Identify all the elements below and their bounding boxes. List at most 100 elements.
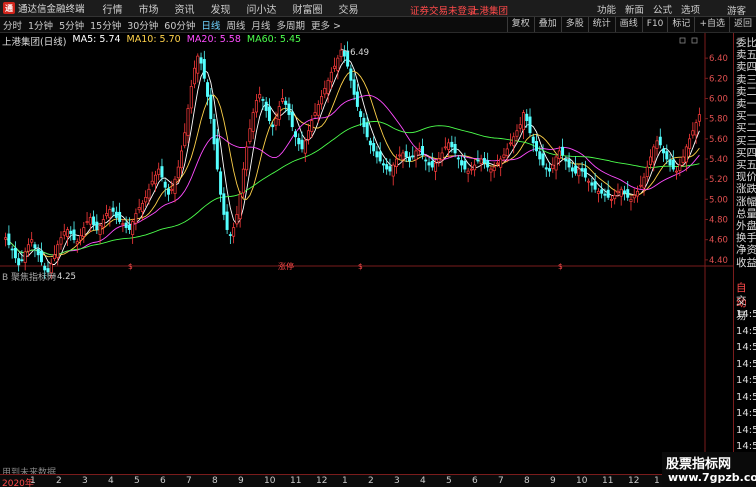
menu-item-market[interactable]: 市场	[139, 1, 159, 16]
y-tick-label: 5.80	[709, 115, 728, 125]
candle-body	[551, 164, 555, 169]
menu-item-formula[interactable]: 公式	[653, 2, 672, 16]
candle-body	[300, 139, 304, 150]
date-axis-label: 8	[524, 476, 530, 486]
statistics-button[interactable]: 统计	[587, 17, 615, 32]
candle-body	[502, 154, 506, 158]
login-status[interactable]: 证券交易未登录	[410, 3, 477, 17]
menu-item-functions[interactable]: 功能	[597, 2, 616, 16]
candle-body	[662, 148, 666, 154]
back-button[interactable]: 返回	[728, 17, 756, 32]
period-tab-more[interactable]: 更多 >	[308, 18, 344, 32]
date-axis-label: 12	[316, 476, 328, 486]
candle-body	[326, 79, 330, 94]
candle-body	[166, 188, 170, 195]
candle-body	[404, 151, 408, 158]
app-title: 通达信金融终端	[18, 4, 85, 15]
candle-body	[59, 237, 63, 245]
login-stock-name[interactable]: 上港集团	[470, 3, 508, 17]
candle-body	[525, 113, 529, 122]
menu-item-discover[interactable]: 发现	[211, 1, 231, 16]
candle-body	[531, 136, 535, 144]
candle-body	[114, 211, 118, 218]
candle-body	[622, 190, 626, 194]
menu-item-quotes[interactable]: 行情	[103, 1, 123, 16]
candle-body	[56, 244, 60, 258]
limit-up-marker: 涨停	[278, 261, 294, 271]
period-tab[interactable]: 分时	[0, 18, 25, 32]
candle-body	[127, 224, 131, 230]
candle-body	[254, 100, 258, 113]
menu-item-news[interactable]: 资讯	[175, 1, 195, 16]
mark-button[interactable]: 标记	[667, 17, 694, 32]
candle-body	[199, 57, 203, 64]
y-tick-label: 4.40	[709, 256, 728, 266]
candle-body	[466, 170, 470, 174]
quote-panel: 委比 卖五 卖四 卖三 卖二 卖一 买一 买二 买三 买四 买五 现价 涨跌 涨幅 总量 外盘 换手 净资 收益 自…	[733, 33, 756, 473]
candle-body	[336, 57, 340, 71]
date-axis-label: 1	[30, 476, 36, 486]
period-tab[interactable]: 30分钟	[124, 18, 161, 32]
y-tick-label: 4.60	[709, 236, 728, 246]
candle-body	[313, 112, 317, 116]
candle-body	[691, 130, 695, 136]
candle-body	[668, 159, 672, 166]
date-axis-label: 5	[134, 476, 140, 486]
f10-button[interactable]: F10	[641, 17, 668, 32]
candle-body	[7, 233, 11, 246]
candle-body	[417, 148, 421, 151]
overlay-button[interactable]: 叠加	[533, 17, 561, 32]
period-tab[interactable]: 1分钟	[25, 18, 56, 32]
multi-stock-button[interactable]: 多股	[560, 17, 588, 32]
menu-item-options[interactable]: 选项	[681, 2, 700, 16]
indicator-label[interactable]: B 聚焦指标网	[2, 270, 56, 283]
candle-body	[17, 258, 21, 266]
candle-body	[307, 130, 311, 140]
candle-body	[401, 152, 405, 160]
candle-body	[359, 111, 363, 117]
candle-body	[297, 138, 301, 145]
candle-body	[473, 164, 477, 171]
candle-body	[72, 229, 76, 241]
candle-body	[121, 223, 125, 225]
menu-item-wealth[interactable]: 财富圈	[293, 1, 323, 16]
candle-body	[238, 193, 242, 220]
candle-body	[225, 211, 229, 230]
menu-item-ask[interactable]: 问小达	[247, 1, 277, 16]
period-tab[interactable]: 周线	[223, 18, 248, 32]
candle-body	[427, 162, 431, 166]
candle-body	[697, 114, 701, 122]
candle-body	[95, 221, 99, 230]
candle-body	[368, 140, 372, 146]
candle-body	[183, 132, 187, 147]
add-favorite-button[interactable]: +自选	[694, 17, 729, 32]
candle-body	[349, 68, 353, 81]
period-tab[interactable]: 5分钟	[56, 18, 87, 32]
candle-body	[671, 159, 675, 170]
watermark-url: www.7gpzb.com	[668, 471, 756, 484]
guest-label[interactable]: 游客	[727, 3, 746, 17]
period-tab-daily[interactable]: 日线	[198, 18, 223, 32]
menu-item-trade[interactable]: 交易	[339, 1, 359, 16]
candlestick-chart[interactable]: 4.40 4.60 4.80 5.00 5.20 5.40 5.60 5.80 6.00 6.20…	[0, 33, 733, 474]
draw-line-button[interactable]: 画线	[614, 17, 642, 32]
candle-body	[10, 248, 14, 251]
date-axis-label: 9	[238, 476, 244, 486]
candle-body	[235, 214, 239, 225]
menu-item-new-page[interactable]: 新面	[625, 2, 644, 16]
period-tab[interactable]: 60分钟	[161, 18, 198, 32]
candle-body	[616, 190, 620, 194]
y-tick-label: 6.00	[709, 94, 728, 104]
period-tab[interactable]: 月线	[248, 18, 273, 32]
candle-body	[463, 160, 467, 170]
candle-body	[385, 164, 389, 170]
trade-time: 14:56	[736, 358, 756, 370]
candle-body	[554, 156, 558, 171]
period-tab[interactable]: 多周期	[273, 18, 308, 32]
candle-body	[98, 225, 102, 235]
period-tab[interactable]: 15分钟	[87, 18, 124, 32]
candle-body	[619, 188, 623, 197]
high-price-label: 6.49	[350, 48, 369, 58]
adjust-button[interactable]: 复权	[506, 17, 534, 32]
event-marker: $	[558, 262, 563, 271]
